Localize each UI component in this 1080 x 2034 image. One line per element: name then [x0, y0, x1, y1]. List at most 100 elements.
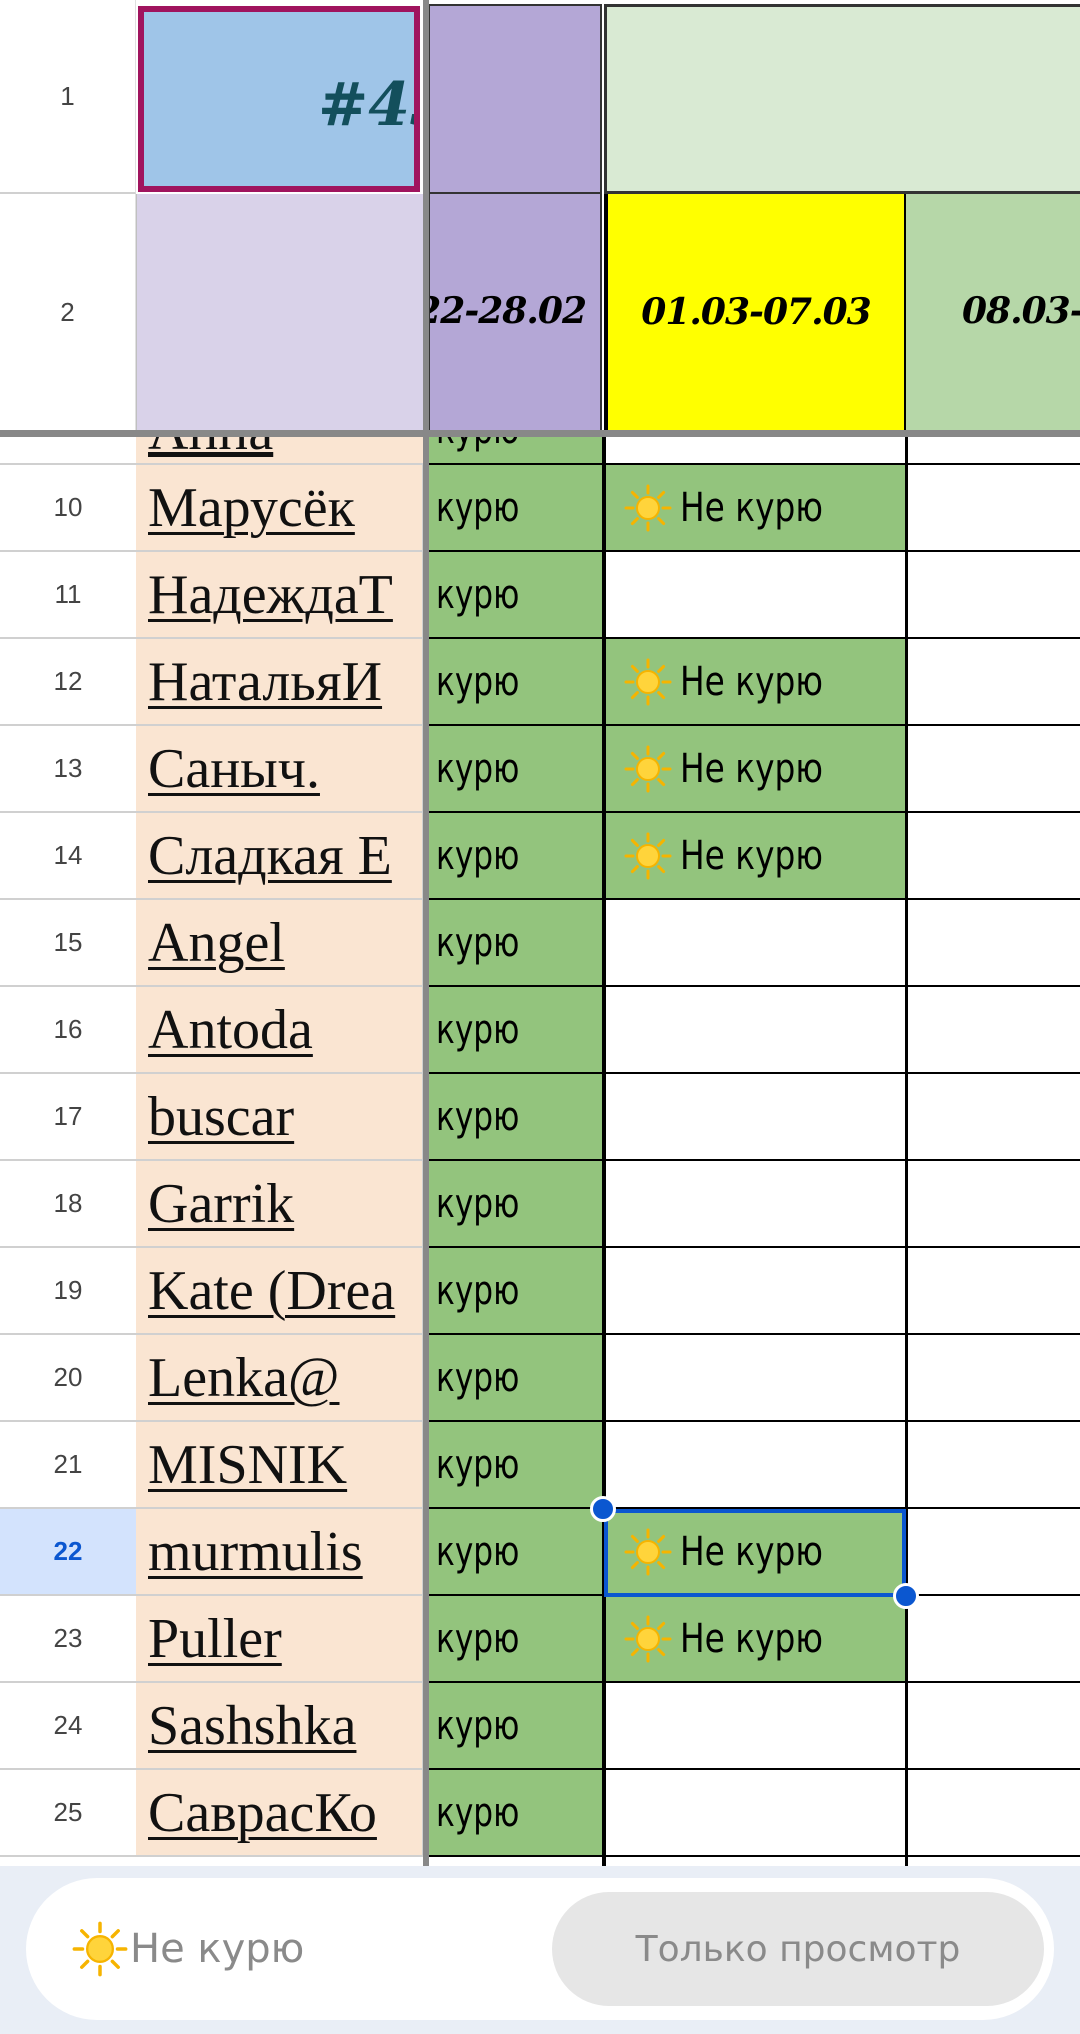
row-header-2[interactable]: 2 — [0, 194, 136, 430]
week2-status-cell[interactable] — [604, 1161, 906, 1248]
week2-status-cell[interactable]: Не курю — [604, 1596, 906, 1683]
selection-handle-bottom[interactable] — [893, 1583, 919, 1609]
participant-name-link[interactable]: buscar — [136, 1074, 423, 1161]
row-number[interactable]: 24 — [0, 1683, 136, 1770]
row-number[interactable]: 11 — [0, 552, 136, 639]
week3-status-cell[interactable] — [908, 1335, 1080, 1422]
week2-status-cell[interactable]: Не курю — [604, 639, 906, 726]
week3-status-cell[interactable] — [908, 1683, 1080, 1770]
week1-status-cell[interactable]: курю — [428, 900, 602, 987]
week1-status-cell[interactable]: курю — [428, 1161, 602, 1248]
week3-status-cell[interactable] — [908, 1074, 1080, 1161]
week2-status-cell[interactable] — [604, 987, 906, 1074]
formula-bar-value[interactable]: Не курю — [72, 1916, 304, 1982]
name-column-header[interactable] — [136, 194, 424, 430]
week2-status-cell[interactable] — [604, 1770, 906, 1857]
row-number[interactable]: 22 — [0, 1509, 136, 1596]
week1-status-cell[interactable]: курю — [428, 813, 602, 900]
week2-status-cell[interactable] — [604, 1074, 906, 1161]
week1-status-cell[interactable]: курю — [428, 987, 602, 1074]
week1-status-cell[interactable]: курю — [428, 465, 602, 552]
row-number[interactable]: 23 — [0, 1596, 136, 1683]
row-number[interactable]: 14 — [0, 813, 136, 900]
week1-status-cell[interactable]: курю — [428, 1248, 602, 1335]
week3-status-cell[interactable] — [908, 1770, 1080, 1857]
week3-header-cell[interactable]: 08.03-14.03 — [906, 194, 1080, 430]
week2-status-cell[interactable] — [604, 1248, 906, 1335]
week1-status-cell[interactable]: курю — [428, 1683, 602, 1770]
week3-status-cell[interactable] — [908, 1422, 1080, 1509]
week1-status-cell[interactable]: курю — [428, 1770, 602, 1857]
row-number[interactable]: 25 — [0, 1770, 136, 1857]
week1-status-cell[interactable]: курю — [428, 726, 602, 813]
week2-status-cell[interactable] — [604, 552, 906, 639]
week-group-title-cell[interactable] — [604, 4, 1080, 194]
week3-status-cell[interactable] — [908, 726, 1080, 813]
formula-bar[interactable]: Не курю Только просмотр — [26, 1878, 1054, 2020]
row-header-1[interactable]: 1 — [0, 0, 136, 194]
week2-status-cell[interactable]: Не курю — [604, 813, 906, 900]
week3-status-cell[interactable] — [908, 1509, 1080, 1596]
participant-name-link[interactable]: СаврасКо — [136, 1770, 423, 1857]
week1-status-cell[interactable]: курю — [428, 1596, 602, 1683]
frozen-columns-divider[interactable] — [423, 0, 429, 1866]
participant-name-link[interactable]: Сладкая Е — [136, 813, 423, 900]
row-number[interactable]: 10 — [0, 465, 136, 552]
week1-title-cell[interactable] — [428, 4, 602, 194]
week1-status-cell[interactable]: курю — [428, 552, 602, 639]
participant-name-link[interactable]: MISNIK — [136, 1422, 423, 1509]
participant-name-link[interactable]: Garrik — [136, 1161, 423, 1248]
row-number[interactable]: 19 — [0, 1248, 136, 1335]
participant-name-link[interactable]: Lenka@ — [136, 1335, 423, 1422]
view-only-button[interactable]: Только просмотр — [552, 1892, 1044, 2006]
week1-header-cell[interactable]: 22-28.02 — [428, 194, 602, 430]
participant-name-link[interactable]: murmulis — [136, 1509, 423, 1596]
row-number[interactable]: 21 — [0, 1422, 136, 1509]
week1-status-cell[interactable]: курю — [428, 1422, 602, 1509]
partial-row-name[interactable]: Анна — [136, 437, 423, 465]
week2-status-cell[interactable]: Не курю — [604, 726, 906, 813]
selected-cell-outline[interactable] — [604, 1509, 906, 1597]
partial-row-number[interactable] — [0, 437, 136, 465]
week3-status-cell[interactable] — [908, 1248, 1080, 1335]
partial-row-week3[interactable] — [908, 437, 1080, 465]
row-number[interactable]: 13 — [0, 726, 136, 813]
week2-status-cell[interactable] — [604, 1683, 906, 1770]
week2-status-cell[interactable]: Не курю — [604, 465, 906, 552]
row-number[interactable]: 20 — [0, 1335, 136, 1422]
participant-name-link[interactable]: Марусёк — [136, 465, 423, 552]
row-number[interactable]: 12 — [0, 639, 136, 726]
week3-status-cell[interactable] — [908, 1161, 1080, 1248]
participant-name-link[interactable]: Antoda — [136, 987, 423, 1074]
week3-status-cell[interactable] — [908, 552, 1080, 639]
week1-status-cell[interactable]: курю — [428, 1074, 602, 1161]
week3-status-cell[interactable] — [908, 465, 1080, 552]
participant-name-link[interactable]: НадеждаТ — [136, 552, 423, 639]
week2-status-cell[interactable] — [604, 900, 906, 987]
participant-name-link[interactable]: Sashshka — [136, 1683, 423, 1770]
row-number[interactable]: 15 — [0, 900, 136, 987]
participant-name-link[interactable]: Puller — [136, 1596, 423, 1683]
partial-row-week2[interactable] — [604, 437, 906, 465]
week3-status-cell[interactable] — [908, 900, 1080, 987]
title-cell[interactable]: #43 — [138, 6, 420, 192]
week1-status-cell[interactable]: курю — [428, 639, 602, 726]
frozen-rows-divider[interactable] — [0, 430, 1080, 437]
participant-name-link[interactable]: НатальяИ — [136, 639, 423, 726]
week2-status-cell[interactable] — [604, 1335, 906, 1422]
row-number[interactable]: 17 — [0, 1074, 136, 1161]
week2-status-cell[interactable] — [604, 1422, 906, 1509]
week3-status-cell[interactable] — [908, 813, 1080, 900]
row-number[interactable]: 16 — [0, 987, 136, 1074]
participant-name-link[interactable]: Саныч. — [136, 726, 423, 813]
row-number[interactable]: 18 — [0, 1161, 136, 1248]
week1-status-cell[interactable]: курю — [428, 1509, 602, 1596]
week2-header-cell[interactable]: 01.03-07.03 — [604, 194, 906, 430]
participant-name-link[interactable]: Angel — [136, 900, 423, 987]
participant-name-link[interactable]: Kate (Drea — [136, 1248, 423, 1335]
partial-row-week1[interactable]: курю — [428, 437, 602, 465]
week3-status-cell[interactable] — [908, 987, 1080, 1074]
week1-status-cell[interactable]: курю — [428, 1335, 602, 1422]
week3-status-cell[interactable] — [908, 639, 1080, 726]
selection-handle-top[interactable] — [590, 1496, 616, 1522]
